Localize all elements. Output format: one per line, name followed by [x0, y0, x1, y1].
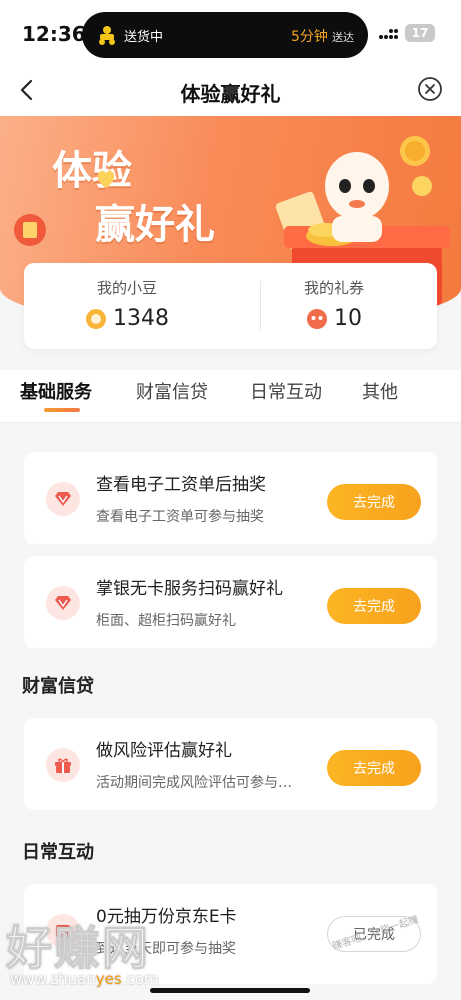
banner-heart-icon [97, 170, 115, 188]
coupon-icon [307, 308, 327, 329]
task-description: 柜面、超柜扫码赢好礼 [96, 613, 236, 629]
cellular-signal-icon [379, 29, 398, 39]
task-description: 到达当天即可参与抽奖 [96, 941, 236, 957]
nav-header: 体验赢好礼 [0, 64, 461, 118]
dynamic-island[interactable]: 送货中 5分钟 送达 [82, 12, 368, 58]
go-complete-button[interactable]: 去完成 [327, 588, 421, 624]
points-summary-card: 我的小豆 1348 我的礼券 10 [24, 263, 437, 349]
eta-suffix: 送达 [332, 31, 354, 44]
tab-wealth-credit[interactable]: 财富信贷 [136, 378, 208, 404]
beans-value: 1348 [113, 306, 169, 331]
tab-other[interactable]: 其他 [362, 378, 398, 404]
status-time: 12:36 [22, 22, 86, 46]
home-indicator[interactable] [150, 988, 310, 993]
delivery-eta: 5分钟 送达 [291, 26, 354, 46]
task-description: 活动期间完成风险评估可参与… [96, 775, 292, 791]
beans-value-row: 1348 [24, 306, 230, 331]
category-tabs: 基础服务 财富信贷 日常互动 其他 [0, 370, 461, 423]
lottery-icon [56, 925, 70, 937]
coupons-label: 我的礼券 [303, 279, 364, 297]
coupons-value-row: 10 [231, 306, 437, 331]
task-card: 查看电子工资单后抽奖 查看电子工资单可参与抽奖 去完成 [24, 452, 437, 544]
task-icon-badge [46, 914, 80, 948]
tab-basic-services[interactable]: 基础服务 [20, 378, 92, 404]
tab-daily-interaction[interactable]: 日常互动 [250, 378, 322, 404]
delivery-rider-icon [99, 26, 115, 45]
section-title-wealth: 财富信贷 [22, 676, 94, 697]
go-complete-button[interactable]: 去完成 [327, 484, 421, 520]
task-card: 做风险评估赢好礼 活动期间完成风险评估可参与… 去完成 [24, 718, 437, 810]
task-title: 查看电子工资单后抽奖 [96, 475, 266, 495]
battery-indicator: 17 [405, 24, 435, 42]
task-icon-badge [46, 748, 80, 782]
task-title: 做风险评估赢好礼 [96, 741, 232, 761]
task-icon-badge [46, 482, 80, 516]
banner-title-line2: 赢好礼 [95, 201, 215, 248]
task-card: 掌银无卡服务扫码赢好礼 柜面、超柜扫码赢好礼 去完成 [24, 556, 437, 648]
task-description: 查看电子工资单可参与抽奖 [96, 509, 264, 525]
diamond-icon [55, 596, 71, 610]
section-title-daily: 日常互动 [22, 842, 94, 863]
task-title: 掌银无卡服务扫码赢好礼 [96, 579, 283, 599]
beans-label: 我的小豆 [96, 279, 157, 297]
eta-minutes: 5分钟 [290, 29, 328, 45]
coupons-value: 10 [334, 306, 362, 331]
go-complete-button[interactable]: 去完成 [327, 750, 421, 786]
bean-coin-icon [86, 308, 106, 329]
gift-icon [55, 758, 71, 773]
status-bar: 12:36 送货中 5分钟 送达 17 [0, 0, 461, 64]
diamond-icon [55, 492, 71, 506]
coupons-stat[interactable]: 我的礼券 10 [231, 277, 437, 331]
beans-stat[interactable]: 我的小豆 1348 [24, 277, 230, 331]
page-title: 体验赢好礼 [180, 82, 281, 106]
tabs-divider [0, 422, 461, 423]
red-envelope-icon [14, 214, 46, 246]
task-title: 0元抽万份京东E卡 [96, 907, 237, 927]
close-icon[interactable] [417, 76, 443, 102]
active-tab-indicator [44, 408, 80, 412]
task-icon-badge [46, 586, 80, 620]
banner-title-line1: 体验 [52, 147, 132, 194]
delivery-status: 送货中 [124, 30, 164, 45]
